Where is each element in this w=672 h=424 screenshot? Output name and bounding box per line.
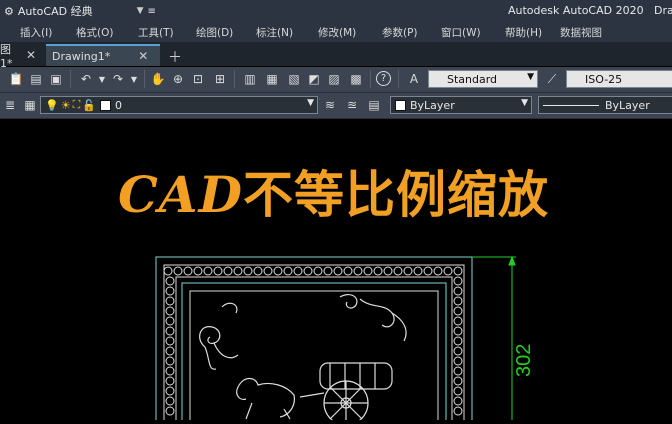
zoom-realtime-icon[interactable]: ⊕ — [170, 71, 186, 87]
dimension-style-dropdown[interactable]: ISO-25 — [566, 70, 672, 88]
sheet-set-icon[interactable]: ◩ — [306, 71, 322, 87]
menu-parametric[interactable]: 参数(P) — [382, 25, 418, 40]
chevron-down-icon: ▼ — [521, 98, 528, 108]
layers-properties-toolbar: ≣ ▦ 💡 ☀ ⛶ 🔓 0 ▼ ≋ ≊ ▤ ByLayer ▼ ByLayer — [0, 93, 672, 119]
menu-bar: 插入(I) 格式(O) 工具(T) 绘图(D) 标注(N) 修改(M) 参数(P… — [0, 22, 672, 42]
color-value: ByLayer — [410, 98, 455, 112]
color-swatch — [395, 99, 406, 111]
zoom-window-icon[interactable]: ⊡ — [190, 71, 206, 87]
text-style-icon[interactable]: A — [406, 71, 422, 87]
tab-label: Drawing1* — [52, 49, 111, 63]
sun-icon: ☀ — [60, 98, 71, 112]
layer-value: 0 — [114, 98, 122, 112]
dimension-style-value: ISO-25 — [585, 72, 623, 86]
overlay-title-chinese: 不等比例缩放 — [242, 165, 549, 224]
video-title-overlay: CAD不等比例缩放 — [0, 119, 672, 420]
design-center-icon[interactable]: ▦ — [264, 71, 280, 87]
text-style-dropdown[interactable]: Standard ▼ — [428, 70, 538, 88]
tab-label: 图1* — [0, 42, 13, 70]
menu-help[interactable]: 帮助(H) — [505, 25, 542, 40]
layer-manager-icon[interactable]: ▦ — [22, 97, 38, 113]
calculator-icon[interactable]: ▩ — [348, 71, 364, 87]
menu-tools[interactable]: 工具(T) — [138, 25, 174, 40]
lightbulb-icon: 💡 — [45, 98, 59, 112]
menu-dimension[interactable]: 标注(N) — [256, 25, 293, 40]
quick-access-menu-icon[interactable]: ≡ — [148, 6, 156, 17]
linetype-dropdown[interactable]: ByLayer — [538, 96, 672, 114]
overlay-title-latin: CAD — [118, 165, 243, 224]
match-properties-icon[interactable]: ▤ — [28, 71, 44, 87]
zoom-previous-icon[interactable]: ⊞ — [212, 71, 228, 87]
gear-icon: ⚙ — [4, 4, 14, 18]
workspace-label: AutoCAD 经典 — [17, 5, 93, 18]
chevron-down-icon[interactable]: ▼ — [126, 71, 142, 87]
layer-state-icon[interactable]: ▤ — [366, 97, 382, 113]
redo-icon[interactable]: ↷ — [110, 71, 126, 87]
linetype-preview — [543, 104, 599, 106]
chevron-down-icon: ▼ — [307, 98, 314, 108]
menu-window[interactable]: 窗口(W) — [441, 25, 481, 40]
undo-icon[interactable]: ↶ — [78, 71, 94, 87]
make-current-layer-icon[interactable]: ≋ — [322, 97, 338, 113]
lock-icon: 🔓 — [82, 98, 96, 112]
menu-data-view[interactable]: 数据视图 — [560, 25, 602, 40]
close-icon[interactable]: ✕ — [138, 49, 148, 63]
tab-drawing-previous[interactable]: 图1* ✕ — [0, 43, 42, 70]
user-name[interactable]: Dra — [654, 4, 672, 17]
chevron-down-icon: ▼ — [527, 72, 534, 82]
overlay-title: CAD不等比例缩放 — [118, 155, 549, 227]
close-icon[interactable]: ✕ — [26, 48, 36, 62]
drawing-canvas[interactable]: 302 CAD不等比例缩放 — [0, 119, 672, 424]
color-dropdown[interactable]: ByLayer ▼ — [390, 96, 532, 114]
app-title: Autodesk AutoCAD 2020 — [508, 4, 644, 17]
layer-previous-icon[interactable]: ≊ — [344, 97, 360, 113]
menu-draw[interactable]: 绘图(D) — [196, 25, 233, 40]
dimension-style-icon[interactable]: ⟋ — [544, 71, 560, 87]
markup-icon[interactable]: ▨ — [326, 71, 342, 87]
new-tab-plus-icon[interactable]: ＋ — [168, 47, 182, 67]
properties-icon[interactable]: ▥ — [242, 71, 258, 87]
chevron-down-icon[interactable]: ▼ — [94, 71, 110, 87]
block-editor-icon[interactable]: ▣ — [48, 71, 64, 87]
linetype-value: ByLayer — [605, 98, 650, 112]
paste-icon[interactable]: 📋 — [8, 71, 24, 87]
chevron-down-icon: ▼ — [136, 6, 144, 16]
standard-toolbar: 📋 ▤ ▣ ↶ ▼ ↷ ▼ ✋ ⊕ ⊡ ⊞ ▥ ▦ ▧ ◩ ▨ ▩ ? A St… — [0, 67, 672, 93]
layer-dropdown[interactable]: 💡 ☀ ⛶ 🔓 0 ▼ — [40, 96, 318, 114]
help-icon[interactable]: ? — [376, 71, 391, 86]
menu-insert[interactable]: 插入(I) — [20, 25, 52, 40]
layer-color-swatch — [99, 99, 111, 111]
viewport-freeze-icon: ⛶ — [72, 98, 81, 111]
pan-hand-icon[interactable]: ✋ — [150, 71, 166, 87]
tool-palettes-icon[interactable]: ▧ — [286, 71, 302, 87]
title-bar: ⚙ AutoCAD 经典 ▼ ≡ Autodesk AutoCAD 2020 D… — [0, 0, 672, 22]
text-style-value: Standard — [447, 72, 498, 86]
workspace-switcher[interactable]: ⚙ AutoCAD 经典 ▼ ≡ — [4, 3, 156, 19]
menu-modify[interactable]: 修改(M) — [318, 25, 356, 40]
tab-drawing1[interactable]: Drawing1* ✕ — [46, 44, 160, 66]
layer-properties-icon[interactable]: ≣ — [2, 97, 18, 113]
menu-format[interactable]: 格式(O) — [76, 25, 113, 40]
file-tab-bar: 图1* ✕ Drawing1* ✕ ＋ — [0, 42, 672, 70]
